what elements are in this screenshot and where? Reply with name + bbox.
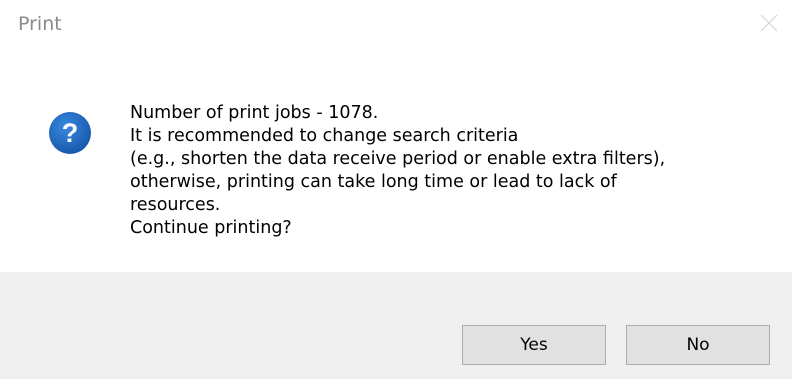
question-icon: ? <box>48 111 92 155</box>
message-line: (e.g., shorten the data receive period o… <box>130 149 666 169</box>
svg-text:?: ? <box>62 118 79 148</box>
button-bar: Yes No <box>0 272 792 379</box>
print-dialog: Print ? Number of print jobs - 1078. It … <box>0 0 792 379</box>
dialog-title: Print <box>18 13 62 35</box>
message-line: It is recommended to change search crite… <box>130 126 519 146</box>
message-text: Number of print jobs - 1078. It is recom… <box>130 102 770 240</box>
message-line: resources. <box>130 195 221 215</box>
title-bar: Print <box>0 0 792 50</box>
message-line: otherwise, printing can take long time o… <box>130 172 617 192</box>
close-icon[interactable] <box>758 12 780 34</box>
message-line: Continue printing? <box>130 218 292 238</box>
dialog-body: ? Number of print jobs - 1078. It is rec… <box>0 50 792 272</box>
message-line: Number of print jobs - 1078. <box>130 103 379 123</box>
yes-button[interactable]: Yes <box>462 325 606 365</box>
no-button[interactable]: No <box>626 325 770 365</box>
